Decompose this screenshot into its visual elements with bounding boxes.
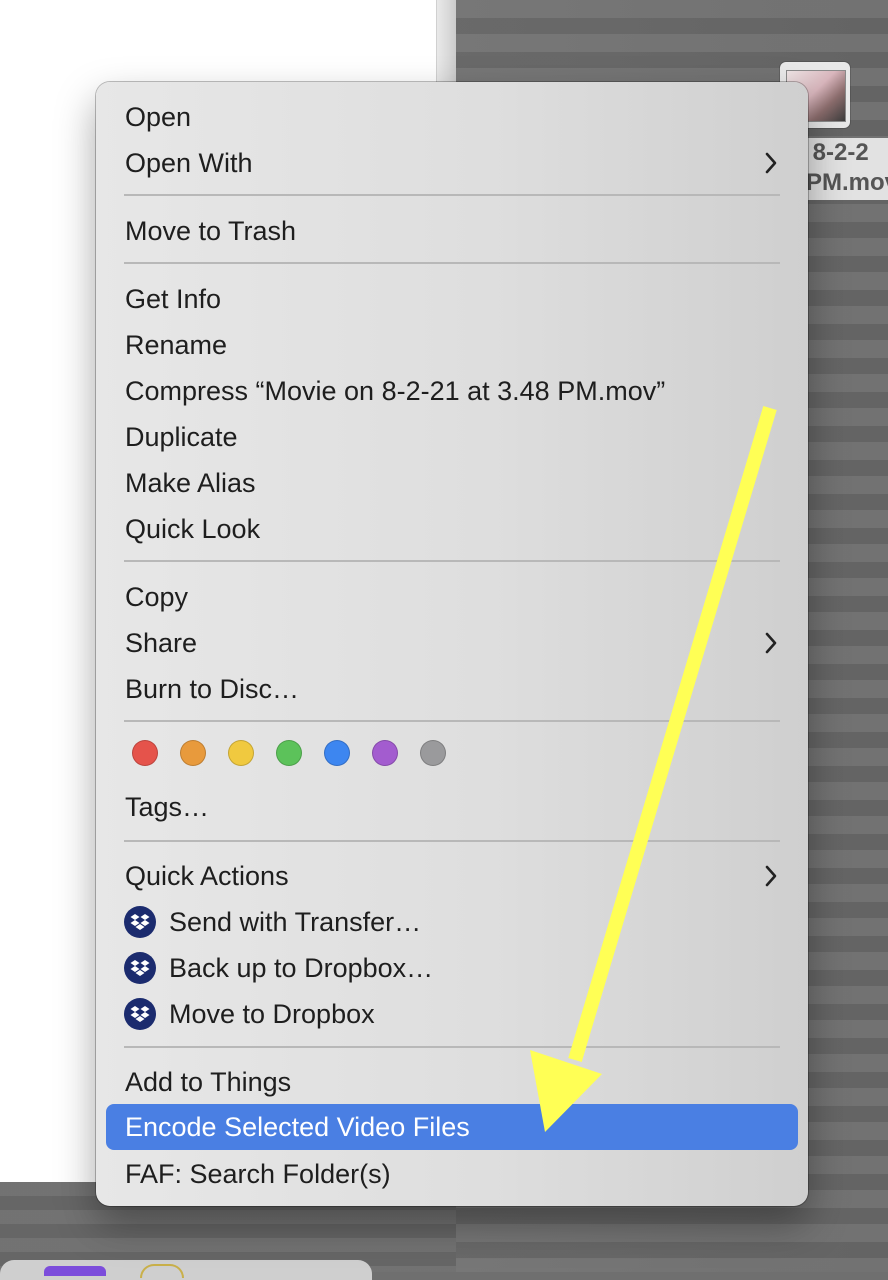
- menu-item-quick-actions[interactable]: Quick Actions: [106, 853, 798, 899]
- menu-item-label: Move to Dropbox: [169, 998, 375, 1029]
- file-label-line-1: 8-2-2: [806, 139, 869, 166]
- menu-item-label: Share: [125, 627, 198, 658]
- dropbox-icon: [124, 906, 156, 938]
- tag-color-green[interactable]: [276, 740, 302, 766]
- menu-item-duplicate[interactable]: Duplicate: [106, 414, 798, 460]
- menu-item-label: Open: [125, 101, 192, 132]
- menu-item-tags[interactable]: Tags…: [106, 784, 798, 830]
- menu-item-encode-selected-video-files[interactable]: Encode Selected Video Files: [106, 1104, 798, 1150]
- menu-item-label: Copy: [125, 581, 189, 612]
- menu-item-move-to-trash[interactable]: Move to Trash: [106, 208, 798, 254]
- menu-item-get-info[interactable]: Get Info: [106, 276, 798, 322]
- menu-item-label: Duplicate: [125, 421, 238, 452]
- menu-item-label: Send with Transfer…: [169, 906, 422, 937]
- menu-item-burn-to-disc[interactable]: Burn to Disc…: [106, 666, 798, 712]
- chevron-right-icon: [764, 853, 778, 899]
- tag-color-red[interactable]: [132, 740, 158, 766]
- menu-item-faf-search-folders[interactable]: FAF: Search Folder(s): [106, 1151, 798, 1197]
- menu-item-label: Open With: [125, 147, 253, 178]
- menu-item-label: Compress “Movie on 8-2-21 at 3.48 PM.mov…: [125, 375, 666, 406]
- file-label-line-2: PM.mov: [806, 169, 888, 196]
- menu-item-compress[interactable]: Compress “Movie on 8-2-21 at 3.48 PM.mov…: [106, 368, 798, 414]
- menu-item-label: Add to Things: [125, 1066, 292, 1097]
- menu-item-copy[interactable]: Copy: [106, 574, 798, 620]
- menu-separator: [124, 262, 780, 264]
- movie-file-label[interactable]: 8-2-2 PM.mov: [800, 138, 888, 200]
- tag-color-yellow[interactable]: [228, 740, 254, 766]
- menu-item-add-to-things[interactable]: Add to Things: [106, 1059, 798, 1105]
- menu-item-label: Make Alias: [125, 467, 256, 498]
- chevron-right-icon: [764, 620, 778, 666]
- menu-separator: [124, 1046, 780, 1048]
- menu-item-label: Quick Actions: [125, 860, 289, 891]
- menu-separator: [124, 840, 780, 842]
- menu-item-label: Quick Look: [125, 513, 261, 544]
- menu-item-label: Move to Trash: [125, 215, 297, 246]
- menu-item-move-to-dropbox[interactable]: Move to Dropbox: [106, 991, 798, 1037]
- menu-item-label: Tags…: [125, 791, 210, 822]
- menu-item-label: Get Info: [125, 283, 222, 314]
- menu-item-back-up-to-dropbox[interactable]: Back up to Dropbox…: [106, 945, 798, 991]
- menu-item-label: Rename: [125, 329, 228, 360]
- chevron-right-icon: [764, 140, 778, 186]
- dock-app-icon[interactable]: [44, 1266, 106, 1276]
- menu-separator: [124, 560, 780, 562]
- menu-item-make-alias[interactable]: Make Alias: [106, 460, 798, 506]
- menu-item-label: FAF: Search Folder(s): [125, 1158, 391, 1189]
- menu-item-open[interactable]: Open: [106, 94, 798, 140]
- menu-item-rename[interactable]: Rename: [106, 322, 798, 368]
- tag-color-gray[interactable]: [420, 740, 446, 766]
- menu-item-label: Burn to Disc…: [125, 673, 300, 704]
- tag-color-orange[interactable]: [180, 740, 206, 766]
- menu-separator: [124, 194, 780, 196]
- menu-item-share[interactable]: Share: [106, 620, 798, 666]
- menu-item-quick-look[interactable]: Quick Look: [106, 506, 798, 552]
- dropbox-icon: [124, 998, 156, 1030]
- tag-color-purple[interactable]: [372, 740, 398, 766]
- menu-item-open-with[interactable]: Open With: [106, 140, 798, 186]
- menu-item-label: Encode Selected Video Files: [125, 1111, 470, 1142]
- dropbox-icon: [124, 952, 156, 984]
- dock-app-icon[interactable]: [140, 1264, 184, 1278]
- menu-item-send-with-transfer[interactable]: Send with Transfer…: [106, 899, 798, 945]
- menu-item-label: Back up to Dropbox…: [169, 952, 434, 983]
- context-menu: Open Open With Move to Trash Get Info Re…: [96, 82, 808, 1206]
- menu-separator: [124, 720, 780, 722]
- tag-color-blue[interactable]: [324, 740, 350, 766]
